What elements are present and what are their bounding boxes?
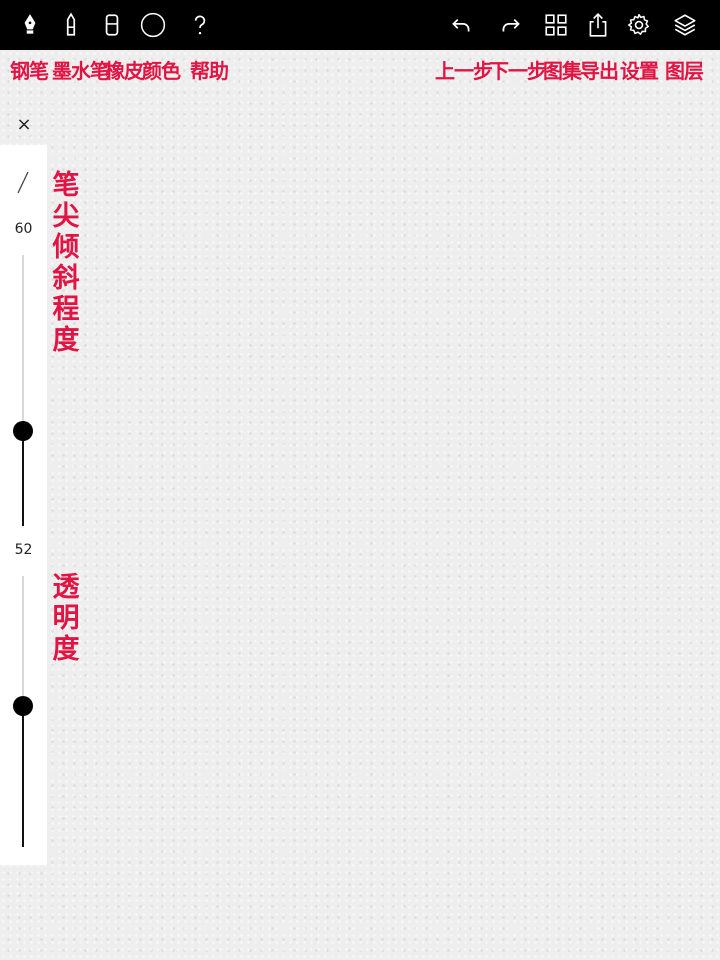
annotation-gallery: 图集 xyxy=(543,59,582,83)
pen-nib-icon[interactable] xyxy=(14,9,46,41)
layers-icon[interactable] xyxy=(669,9,701,41)
annotation-eraser: 橡皮 xyxy=(105,59,144,83)
annotation-redo: 下一步 xyxy=(489,59,547,83)
opacity-slider-handle[interactable] xyxy=(13,696,33,717)
eraser-icon[interactable] xyxy=(96,9,128,41)
color-circle-icon[interactable] xyxy=(137,9,169,41)
undo-icon[interactable] xyxy=(445,9,477,41)
tilt-label: 笔 尖 倾 斜 程 度 xyxy=(52,170,80,356)
pen-tip-icon xyxy=(12,168,34,196)
annotation-undo: 上一步 xyxy=(435,59,493,83)
drawing-canvas[interactable] xyxy=(0,50,720,960)
redo-icon[interactable] xyxy=(495,9,527,41)
annotation-color: 颜色 xyxy=(142,59,181,83)
top-toolbar xyxy=(0,0,720,50)
annotation-layers: 图层 xyxy=(665,59,704,83)
help-icon[interactable] xyxy=(184,9,216,41)
tilt-slider-handle[interactable] xyxy=(13,421,33,442)
close-panel-button[interactable]: × xyxy=(13,113,35,135)
annotation-settings: 设置 xyxy=(620,59,659,83)
annotation-help: 帮助 xyxy=(190,59,229,83)
tilt-slider-fill xyxy=(22,431,24,526)
annotation-export: 导出 xyxy=(580,59,619,83)
close-icon: × xyxy=(16,113,32,135)
share-icon[interactable] xyxy=(582,9,614,41)
opacity-value: 52 xyxy=(14,542,33,558)
ink-pen-icon[interactable] xyxy=(55,9,87,41)
annotation-fountain-pen: 钢笔 xyxy=(10,59,49,83)
opacity-slider-fill xyxy=(22,706,24,847)
opacity-label: 透 明 度 xyxy=(52,572,80,665)
gear-icon[interactable] xyxy=(623,9,655,41)
tilt-value: 60 xyxy=(14,221,33,237)
gallery-grid-icon[interactable] xyxy=(540,9,572,41)
annotation-ink-pen: 墨水笔 xyxy=(52,59,110,83)
